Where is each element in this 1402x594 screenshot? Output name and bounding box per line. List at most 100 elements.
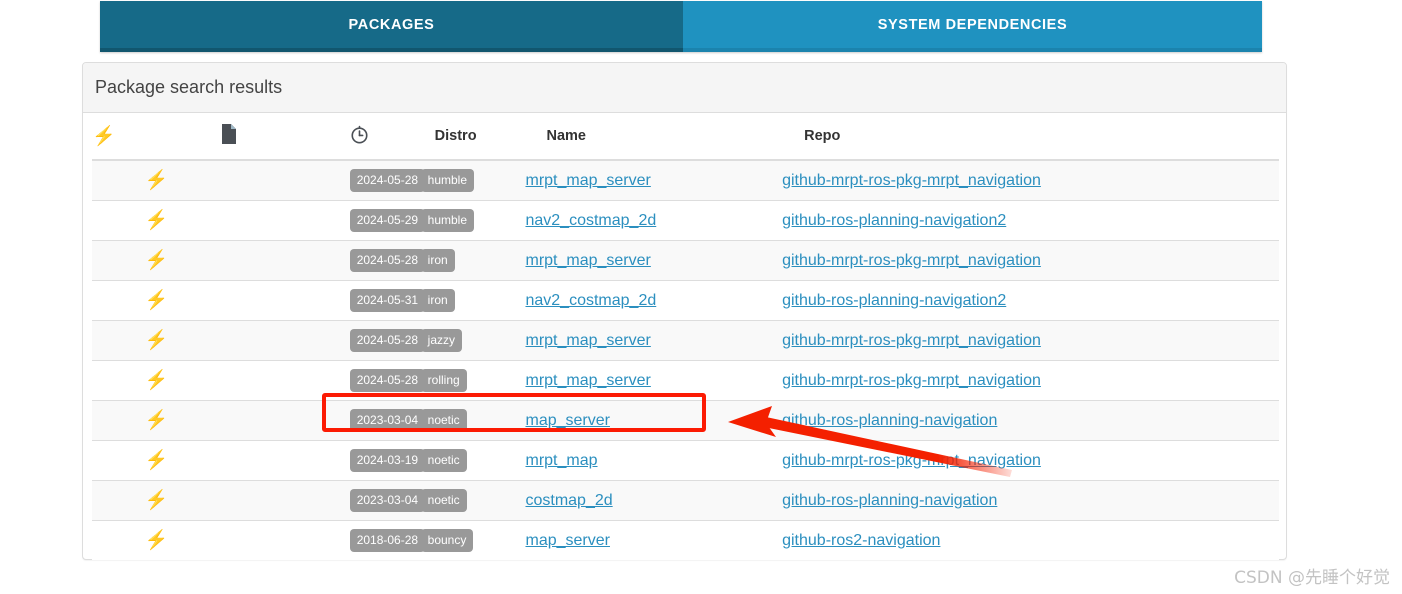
row-date-cell: 2023-03-04 [349, 480, 426, 521]
table-row: ⚡ 2024-05-28 iron mrpt_map_server github-mrp… [92, 240, 1279, 281]
package-name-link[interactable]: map_server [525, 412, 609, 429]
package-name-link[interactable]: mrpt_map_server [525, 252, 650, 269]
package-name-link[interactable]: mrpt_map [525, 452, 597, 469]
distro-badge: rolling [420, 369, 467, 392]
row-document-cell [220, 520, 350, 560]
lightning-bolt-icon: ⚡ [144, 170, 169, 191]
repo-link[interactable]: github-mrpt-ros-pkg-mrpt_navigation [782, 452, 1041, 469]
table-row: ⚡ 2018-06-28 bouncy map_server github-ros2-n… [92, 520, 1279, 560]
panel-header: Package search results [83, 63, 1286, 113]
row-lightning-cell[interactable]: ⚡ [92, 360, 221, 401]
tab-system-dependencies-label: SYSTEM DEPENDENCIES [877, 16, 1068, 33]
row-lightning-cell[interactable]: ⚡ [92, 440, 221, 481]
row-document-cell [220, 360, 350, 401]
package-name-link[interactable]: map_server [525, 532, 609, 549]
repo-link[interactable]: github-ros-planning-navigation [782, 492, 997, 509]
package-name-link[interactable]: mrpt_map_server [525, 332, 650, 349]
row-date-cell: 2024-05-28 [349, 320, 426, 361]
row-repo-cell: github-mrpt-ros-pkg-mrpt_navigation [782, 240, 1279, 281]
row-lightning-cell[interactable]: ⚡ [92, 240, 221, 281]
repo-link[interactable]: github-mrpt-ros-pkg-mrpt_navigation [782, 332, 1041, 349]
row-document-cell [220, 320, 350, 361]
row-lightning-cell[interactable]: ⚡ [92, 400, 221, 441]
column-header-name-label: Name [546, 128, 586, 144]
date-badge: 2023-03-04 [349, 409, 426, 432]
row-date-cell: 2024-05-28 [349, 159, 426, 201]
column-header-distro-label: Distro [434, 128, 477, 144]
date-badge: 2024-05-28 [349, 169, 426, 192]
row-lightning-cell[interactable]: ⚡ [92, 320, 221, 361]
row-document-cell [220, 480, 350, 521]
row-document-cell [220, 159, 350, 201]
package-name-link[interactable]: costmap_2d [525, 492, 612, 509]
date-badge: 2024-05-28 [349, 249, 426, 272]
row-repo-cell: github-ros2-navigation [782, 520, 1279, 560]
lightning-bolt-icon: ⚡ [144, 530, 169, 551]
clock-icon [350, 125, 369, 148]
lightning-bolt-icon: ⚡ [144, 490, 169, 511]
repo-link[interactable]: github-ros2-navigation [782, 532, 940, 549]
table-row: ⚡ 2024-05-29 humble nav2_costmap_2d github-r… [92, 200, 1279, 241]
row-distro-cell: iron [420, 240, 526, 281]
distro-badge: noetic [420, 449, 467, 472]
distro-badge: humble [420, 209, 475, 232]
date-badge: 2024-05-28 [349, 329, 426, 352]
table-header: ⚡ Distro Name Repo [92, 113, 1279, 161]
lightning-bolt-icon: ⚡ [144, 290, 169, 311]
table-row: ⚡ 2023-03-04 noetic map_server github-ros-pl… [92, 400, 1279, 441]
row-repo-cell: github-mrpt-ros-pkg-mrpt_navigation [782, 320, 1279, 361]
column-header-name[interactable]: Name [525, 113, 783, 161]
csdn-watermark: CSDN @先睡个好觉 [1234, 568, 1390, 588]
repo-link[interactable]: github-mrpt-ros-pkg-mrpt_navigation [782, 252, 1041, 269]
row-date-cell: 2018-06-28 [349, 520, 426, 560]
repo-link[interactable]: github-mrpt-ros-pkg-mrpt_navigation [782, 372, 1041, 389]
row-document-cell [220, 240, 350, 281]
row-lightning-cell[interactable]: ⚡ [92, 159, 221, 201]
tab-packages[interactable]: PACKAGES [100, 1, 683, 52]
lightning-bolt-icon: ⚡ [144, 370, 169, 391]
distro-badge: jazzy [420, 329, 462, 352]
row-distro-cell: noetic [420, 480, 526, 521]
table-row: ⚡ 2023-03-04 noetic costmap_2d github-ros-pl… [92, 480, 1279, 521]
tab-bar: PACKAGES SYSTEM DEPENDENCIES [100, 1, 1262, 52]
tab-system-dependencies[interactable]: SYSTEM DEPENDENCIES [683, 1, 1262, 52]
repo-link[interactable]: github-mrpt-ros-pkg-mrpt_navigation [782, 172, 1041, 189]
package-results-panel: Package search results ⚡ Distro Name Rep… [82, 62, 1287, 560]
distro-badge: noetic [420, 489, 467, 512]
column-header-document[interactable] [220, 113, 350, 161]
column-header-clock[interactable] [349, 113, 421, 161]
row-repo-cell: github-mrpt-ros-pkg-mrpt_navigation [782, 440, 1279, 481]
package-name-link[interactable]: nav2_costmap_2d [525, 212, 656, 229]
row-lightning-cell[interactable]: ⚡ [92, 520, 221, 560]
column-header-distro[interactable]: Distro [420, 113, 526, 161]
repo-link[interactable]: github-ros-planning-navigation2 [782, 212, 1006, 229]
repo-link[interactable]: github-ros-planning-navigation [782, 412, 997, 429]
date-badge: 2018-06-28 [349, 529, 426, 552]
row-distro-cell: humble [420, 200, 526, 241]
row-name-cell: mrpt_map_server [525, 240, 783, 281]
row-date-cell: 2024-05-28 [349, 360, 426, 401]
row-distro-cell: iron [420, 280, 526, 321]
repo-link[interactable]: github-ros-planning-navigation2 [782, 292, 1006, 309]
lightning-bolt-icon: ⚡ [144, 210, 169, 231]
package-name-link[interactable]: mrpt_map_server [525, 172, 650, 189]
document-icon [221, 124, 237, 148]
column-header-repo[interactable]: Repo [782, 113, 1279, 161]
package-name-link[interactable]: mrpt_map_server [525, 372, 650, 389]
column-header-lightning[interactable]: ⚡ [92, 113, 221, 161]
package-name-link[interactable]: nav2_costmap_2d [525, 292, 656, 309]
row-date-cell: 2024-05-31 [349, 280, 426, 321]
row-name-cell: mrpt_map_server [525, 320, 783, 361]
table-row: ⚡ 2024-05-31 iron nav2_costmap_2d github-ros… [92, 280, 1279, 321]
distro-badge: noetic [420, 409, 467, 432]
row-lightning-cell[interactable]: ⚡ [92, 280, 221, 321]
date-badge: 2024-05-31 [349, 289, 426, 312]
row-name-cell: mrpt_map [525, 440, 783, 481]
date-badge: 2023-03-04 [349, 489, 426, 512]
row-name-cell: mrpt_map_server [525, 360, 783, 401]
table-row: ⚡ 2024-03-19 noetic mrpt_map github-mrpt-ros… [92, 440, 1279, 481]
row-date-cell: 2024-03-19 [349, 440, 426, 481]
row-distro-cell: rolling [420, 360, 526, 401]
row-lightning-cell[interactable]: ⚡ [92, 480, 221, 521]
row-lightning-cell[interactable]: ⚡ [92, 200, 221, 241]
